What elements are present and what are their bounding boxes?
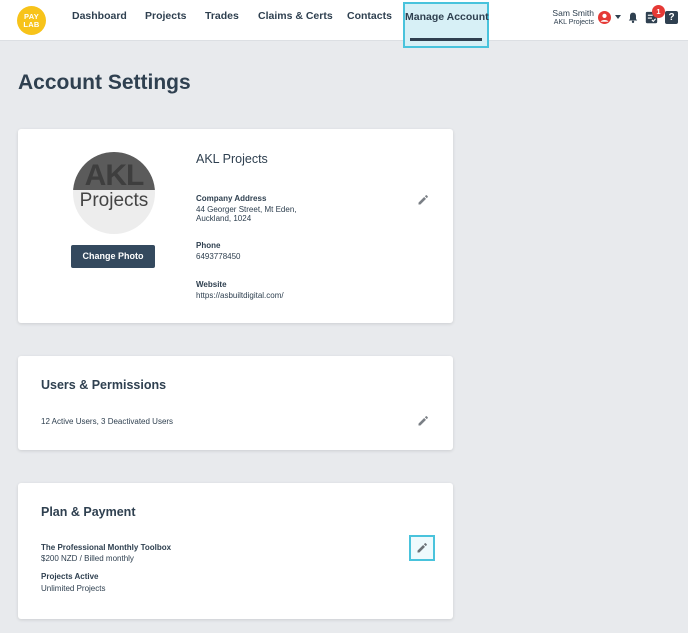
plan-name: The Professional Monthly Toolbox	[41, 543, 172, 552]
bell-icon[interactable]	[627, 11, 639, 24]
company-address-line2: Auckland, 1024	[196, 214, 252, 223]
paylab-logo[interactable]: PAY LAB	[17, 6, 46, 35]
website-value: https://asbuiltdigital.com/	[196, 291, 284, 300]
users-permissions-card: Users & Permissions 12 Active Users, 3 D…	[18, 356, 453, 450]
avatar-text-top: AKL	[84, 159, 145, 192]
projects-active-label: Projects Active	[41, 572, 99, 581]
account-card: AKL Projects Change Photo AKL Projects C…	[18, 129, 453, 323]
user-company: AKL Projects	[553, 19, 594, 26]
page-title: Account Settings	[18, 71, 191, 94]
users-permissions-title: Users & Permissions	[41, 378, 167, 392]
company-address-label: Company Address	[196, 194, 267, 203]
nav-trades[interactable]: Trades	[205, 10, 239, 22]
company-avatar: AKL Projects	[73, 152, 155, 234]
avatar-text-bottom: Projects	[79, 190, 149, 211]
help-icon[interactable]: ?	[665, 11, 678, 24]
nav-dashboard[interactable]: Dashboard	[72, 10, 127, 22]
edit-plan-pencil-icon[interactable]	[416, 542, 428, 554]
website-label: Website	[196, 280, 227, 289]
edit-users-pencil-icon[interactable]	[417, 415, 429, 427]
plan-payment-title: Plan & Payment	[41, 505, 136, 519]
top-nav-bar: PAY LAB Dashboard Projects Trades Claims…	[0, 0, 688, 48]
nav-manage-account-label: Manage Account	[405, 11, 489, 23]
nav-manage-account[interactable]: Manage Account	[403, 2, 489, 48]
user-circle-icon[interactable]	[598, 11, 611, 24]
nav-claims-certs[interactable]: Claims & Certs	[258, 10, 333, 22]
user-name: Sam Smith	[552, 8, 594, 18]
users-summary: 12 Active Users, 3 Deactivated Users	[41, 417, 174, 426]
phone-label: Phone	[196, 241, 221, 250]
change-photo-button[interactable]: Change Photo	[71, 245, 155, 268]
edit-account-pencil-icon[interactable]	[417, 194, 429, 206]
plan-payment-card: Plan & Payment The Professional Monthly …	[18, 483, 453, 619]
projects-active-value: Unlimited Projects	[41, 584, 106, 593]
active-tab-underline	[410, 38, 482, 41]
user-menu[interactable]: Sam Smith AKL Projects	[548, 8, 594, 27]
company-name: AKL Projects	[196, 152, 268, 166]
nav-projects[interactable]: Projects	[145, 10, 186, 22]
chevron-down-icon[interactable]	[615, 15, 621, 19]
nav-contacts[interactable]: Contacts	[347, 10, 392, 22]
phone-value: 6493778450	[196, 252, 241, 261]
plan-price: $200 NZD / Billed monthly	[41, 554, 134, 563]
edit-plan-button[interactable]	[409, 535, 435, 561]
notification-badge: 1	[652, 5, 665, 18]
